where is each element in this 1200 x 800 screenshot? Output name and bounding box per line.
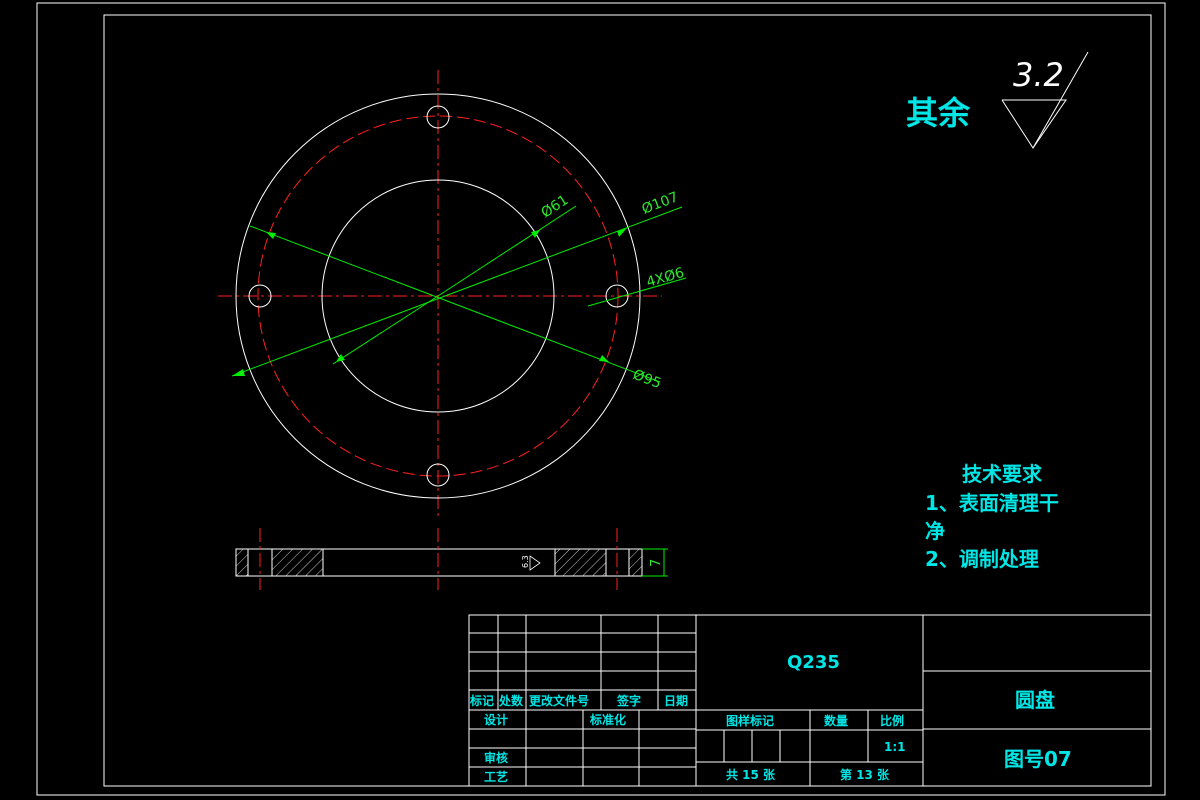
label-process: 工艺 bbox=[484, 769, 508, 784]
tech-req-line-2: 净 bbox=[925, 519, 945, 543]
drawing-number: 图号07 bbox=[1004, 747, 1072, 771]
drawing-frame bbox=[103, 14, 1152, 787]
label-scale: 比例 bbox=[880, 713, 904, 728]
sheet-number: 第 13 张 bbox=[840, 767, 890, 782]
cad-drawing: Ø61 Ø107 4XØ6 Ø95 7 6.3 其余 3.2 技术要求 1、表面… bbox=[36, 2, 1166, 796]
technical-requirements: 技术要求 1、表面清理干 净 2、调制处理 bbox=[925, 462, 1059, 571]
header-mark: 标记 bbox=[469, 693, 494, 708]
header-signature: 签字 bbox=[616, 693, 641, 708]
section-view: 7 6.3 bbox=[235, 528, 668, 590]
tech-req-line-3: 2、调制处理 bbox=[925, 547, 1039, 571]
header-change-doc: 更改文件号 bbox=[529, 693, 589, 708]
dim-d61: Ø61 bbox=[538, 192, 571, 221]
header-date: 日期 bbox=[664, 693, 688, 708]
material-label: Q235 bbox=[787, 652, 840, 673]
part-name: 圆盘 bbox=[1015, 688, 1055, 712]
tech-req-line-1: 1、表面清理干 bbox=[925, 491, 1059, 515]
title-block-text: Q235 圆盘 图号07 标记 处数 更改文件号 签字 日期 设计 标准化 审核… bbox=[469, 652, 1072, 784]
label-stage-mark: 图样标记 bbox=[726, 713, 774, 728]
scale-value: 1:1 bbox=[884, 740, 906, 754]
label-quantity: 数量 bbox=[824, 713, 848, 728]
roughness-value: 3.2 bbox=[1013, 56, 1064, 94]
dim-d107: Ø107 bbox=[640, 189, 681, 217]
dim-thickness: 7 bbox=[649, 559, 664, 567]
tech-req-title: 技术要求 bbox=[962, 462, 1043, 486]
front-view: Ø61 Ø107 4XØ6 Ø95 bbox=[218, 70, 687, 520]
label-review: 审核 bbox=[484, 750, 508, 765]
section-roughness-value: 6.3 bbox=[521, 555, 530, 568]
dim-4x-d6: 4XØ6 bbox=[645, 265, 686, 291]
header-count: 处数 bbox=[498, 693, 524, 708]
dim-d95: Ø95 bbox=[631, 367, 664, 392]
label-design: 设计 bbox=[484, 712, 508, 727]
label-standardize: 标准化 bbox=[589, 712, 626, 727]
roughness-label: 其余 bbox=[906, 94, 971, 132]
roughness-symbol: 其余 3.2 bbox=[906, 51, 1089, 149]
total-sheets: 共 15 张 bbox=[726, 767, 776, 782]
